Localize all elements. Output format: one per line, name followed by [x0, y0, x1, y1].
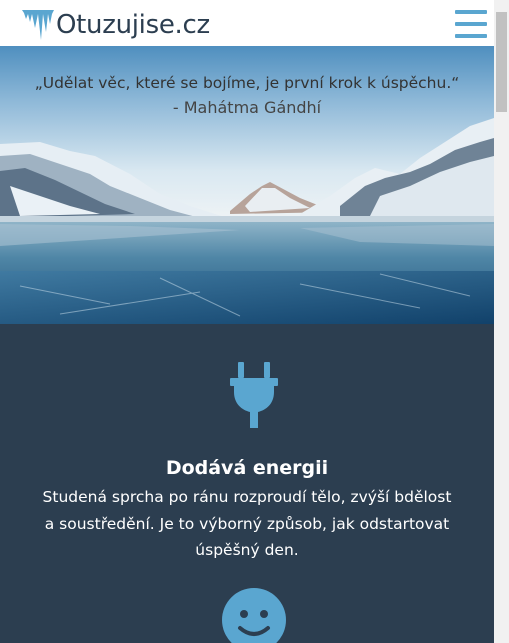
feature-description: Studená sprcha po ránu rozproudí tělo, z… — [42, 488, 452, 559]
menu-bar — [455, 22, 487, 26]
site-logo[interactable]: Otuzujise.cz — [22, 10, 210, 40]
scrollbar[interactable] — [494, 0, 509, 643]
plug-icon — [230, 362, 278, 428]
logo-text: Otuzujise.cz — [56, 10, 210, 40]
menu-bar — [455, 34, 487, 38]
features-section: Dodává energii Studená sprcha po ránu ro… — [0, 324, 494, 643]
quote-author: - Mahátma Gándhí — [172, 98, 322, 117]
smile-icon — [222, 588, 286, 643]
feature-title: Dodává energii — [165, 457, 329, 479]
page: Otuzujise.cz „Udělat věc, které se bojím… — [0, 0, 509, 643]
page-content: Otuzujise.cz „Udělat věc, které se bojím… — [0, 0, 494, 643]
icicle-icon — [22, 10, 54, 40]
menu-bar — [455, 10, 487, 14]
hamburger-menu-icon[interactable] — [455, 10, 487, 38]
site-header: Otuzujise.cz — [0, 0, 494, 46]
quote-text: „Udělat věc, které se bojíme, je první k… — [34, 74, 460, 92]
scrollbar-thumb[interactable] — [496, 12, 507, 112]
hero-banner: „Udělat věc, které se bojíme, je první k… — [0, 46, 494, 324]
hero-quote: „Udělat věc, které se bojíme, je první k… — [0, 72, 494, 120]
